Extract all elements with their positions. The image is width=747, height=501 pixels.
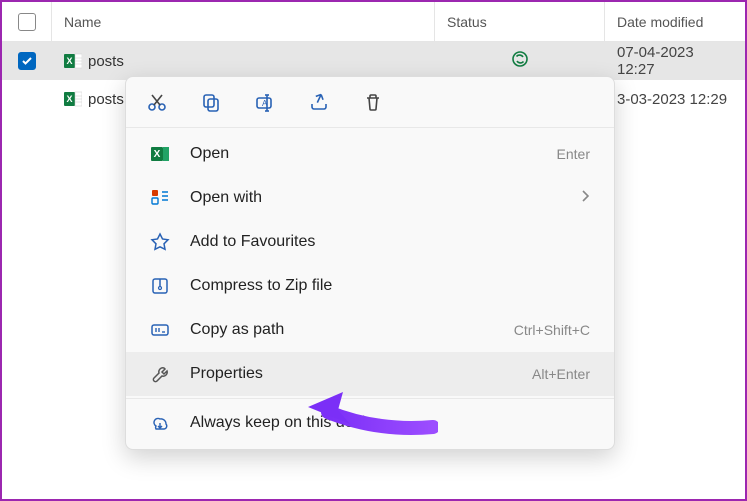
excel-file-icon: X (64, 52, 82, 70)
menu-shortcut: Alt+Enter (532, 366, 590, 382)
svg-text:A: A (262, 99, 268, 108)
select-all-checkbox[interactable] (18, 13, 36, 31)
context-menu: A X Open Enter Open with (125, 76, 615, 450)
path-icon (150, 320, 170, 340)
star-icon (150, 232, 170, 252)
wrench-icon (150, 364, 170, 384)
menu-shortcut: Ctrl+Shift+C (514, 322, 590, 338)
copy-icon[interactable] (200, 91, 222, 113)
date-column-header[interactable]: Date modified (605, 2, 745, 41)
menu-copy-path[interactable]: Copy as path Ctrl+Shift+C (126, 308, 614, 352)
menu-always-keep[interactable]: Always keep on this device (126, 398, 614, 445)
zip-icon (150, 276, 170, 296)
svg-text:X: X (154, 149, 161, 160)
file-row[interactable]: X posts 07-04-2023 12:27 (2, 42, 745, 80)
share-icon[interactable] (308, 91, 330, 113)
delete-icon[interactable] (362, 91, 384, 113)
status-column-header[interactable]: Status (435, 2, 605, 41)
menu-compress-zip[interactable]: Compress to Zip file (126, 264, 614, 308)
chevron-right-icon (580, 189, 590, 208)
menu-properties[interactable]: Properties Alt+Enter (126, 352, 614, 396)
open-with-icon (150, 188, 170, 208)
name-column-header[interactable]: Name (52, 2, 435, 41)
file-date-label: 07-04-2023 12:27 (605, 44, 745, 78)
menu-open-with[interactable]: Open with (126, 176, 614, 220)
excel-file-icon: X (64, 90, 82, 108)
sync-status-icon (511, 50, 529, 72)
file-date-label: 3-03-2023 12:29 (605, 91, 745, 108)
svg-text:X: X (66, 56, 72, 66)
checkbox-header[interactable] (2, 2, 52, 41)
menu-shortcut: Enter (557, 146, 590, 162)
column-headers: Name Status Date modified (2, 2, 745, 42)
cut-icon[interactable] (146, 91, 168, 113)
cloud-keep-icon (150, 413, 170, 433)
excel-app-icon: X (150, 144, 170, 164)
svg-text:X: X (66, 94, 72, 104)
row-checkbox[interactable] (18, 52, 36, 70)
menu-add-favourites[interactable]: Add to Favourites (126, 220, 614, 264)
context-toolbar: A (126, 77, 614, 128)
menu-open[interactable]: X Open Enter (126, 132, 614, 176)
file-name-label: posts (88, 91, 124, 108)
file-name-label: posts (88, 53, 124, 70)
rename-icon[interactable]: A (254, 91, 276, 113)
